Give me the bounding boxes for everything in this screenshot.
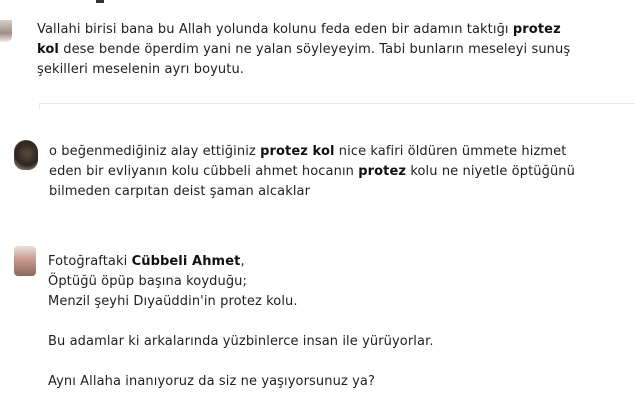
- entry-1: Vallahi birisi bana bu Allah yolunda kol…: [0, 0, 635, 100]
- text-line: Öptüğü öpüp başına koyduğu;: [48, 274, 247, 289]
- text-line: Fotoğraftaki Cübbeli Ahmet,: [48, 254, 245, 269]
- entry-text: Fotoğraftaki Cübbeli Ahmet, Öptüğü öpüp …: [48, 252, 434, 392]
- text-line: bilmeden carpıtan deist şaman alcaklar: [49, 184, 311, 199]
- text-line: Vallahi birisi bana bu Allah yolunda kol…: [37, 22, 561, 37]
- text-line: Aynı Allaha inanıyoruz da siz ne yaşıyor…: [48, 374, 375, 389]
- top-mark: [96, 0, 104, 3]
- entry-text: Vallahi birisi bana bu Allah yolunda kol…: [37, 20, 570, 80]
- avatar[interactable]: [14, 140, 38, 170]
- entry-text: o beğenmediğiniz alay ettiğiniz protez k…: [49, 142, 575, 202]
- entry-divider: [40, 103, 635, 104]
- entry-2: o beğenmediğiniz alay ettiğiniz protez k…: [0, 130, 635, 220]
- text-line: kol dese bende öperdim yani ne yalan söy…: [37, 42, 571, 57]
- text-line: o beğenmediğiniz alay ettiğiniz protez k…: [49, 144, 567, 159]
- text-line: şekilleri meselenin ayrı boyutu.: [37, 62, 245, 77]
- entry-3: Fotoğraftaki Cübbeli Ahmet, Öptüğü öpüp …: [0, 240, 635, 414]
- avatar[interactable]: [0, 20, 12, 42]
- text-line: Menzil şeyhi Dıyaüddin'in protez kolu.: [48, 294, 298, 309]
- text-line: eden bir evliyanın kolu cübbeli ahmet ho…: [49, 164, 575, 179]
- divider-tick: [39, 103, 40, 109]
- avatar[interactable]: [14, 246, 36, 276]
- text-line: Bu adamlar ki arkalarında yüzbinlerce in…: [48, 334, 434, 349]
